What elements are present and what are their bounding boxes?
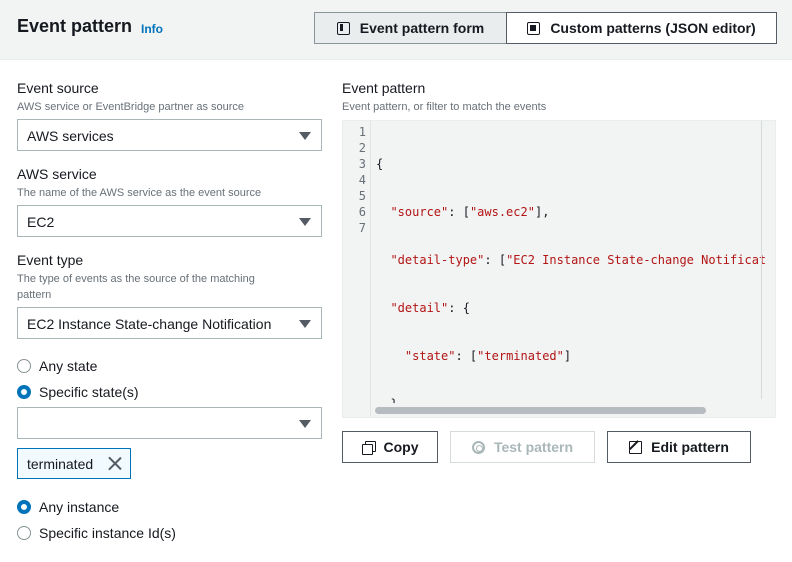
event-source-select[interactable]: AWS services [17,119,322,151]
code-line: { [376,157,384,171]
radio-any-state[interactable]: Any state [17,356,97,376]
caret-down-icon [299,218,311,226]
radio-button[interactable] [17,359,31,373]
code-line: "detail-type": ["EC2 Instance State-chan… [390,253,766,267]
tab-custom-patterns[interactable]: Custom patterns (JSON editor) [506,12,777,44]
editor-print-margin [761,121,762,399]
line-number: 5 [358,189,366,203]
line-number: 4 [358,173,366,187]
event-pattern-description: Event pattern, or filter to match the ev… [342,101,547,113]
edit-icon [629,440,643,454]
copy-button-label: Copy [383,439,419,455]
radio-specific-instance[interactable]: Specific instance Id(s) [17,523,176,543]
horizontal-scrollbar[interactable] [371,403,775,417]
test-pattern-button-label: Test pattern [493,439,574,455]
code-line: "state": ["terminated"] [404,349,572,363]
tab-event-pattern-form-label: Event pattern form [359,20,485,36]
radio-button-checked[interactable] [17,385,31,399]
state-select[interactable] [17,407,322,439]
code-text[interactable]: { "source": ["aws.ec2"], "detail-type": … [376,124,766,404]
json-editor-icon [527,21,541,35]
radio-button-checked[interactable] [17,500,31,514]
caret-down-icon [299,320,311,328]
line-number: 1 [358,125,366,139]
event-pattern-header: Event pattern Info Event pattern form Cu… [0,0,792,60]
state-token: terminated [17,448,131,479]
tab-custom-patterns-label: Custom patterns (JSON editor) [550,20,756,36]
horizontal-scrollbar-thumb[interactable] [375,407,706,414]
copy-button[interactable]: Copy [342,431,438,463]
event-pattern-label: Event pattern [342,80,426,96]
event-source-label: Event source [17,80,99,96]
code-line: "detail": { [390,301,470,315]
radio-specific-instance-label: Specific instance Id(s) [39,525,176,541]
aws-service-label: AWS service [17,166,97,182]
edit-pattern-button-label: Edit pattern [651,439,729,455]
event-type-value: EC2 Instance State-change Notification [27,316,272,332]
radio-specific-states-label: Specific state(s) [39,384,139,400]
info-link[interactable]: Info [141,22,163,36]
code-line: "source": ["aws.ec2"], [390,205,550,219]
radio-button[interactable] [17,526,31,540]
code-editor[interactable]: 1 2 3 4 5 6 7 { "source": ["aws.ec2"], "… [342,120,776,418]
radio-any-instance-label: Any instance [39,499,120,515]
line-number: 2 [358,141,366,155]
tab-event-pattern-form[interactable]: Event pattern form [314,12,506,44]
event-type-select[interactable]: EC2 Instance State-change Notification [17,307,322,339]
aws-service-description: The name of the AWS service as the event… [17,187,262,199]
remove-token-icon[interactable] [107,456,122,471]
caret-down-icon [299,132,311,140]
radio-any-instance[interactable]: Any instance [17,497,119,517]
line-number: 6 [358,205,366,219]
radio-specific-states[interactable]: Specific state(s) [17,382,139,402]
copy-icon [361,440,376,455]
radio-any-state-label: Any state [39,358,98,374]
settings-icon [471,440,485,454]
page-title: Event pattern [17,16,133,36]
event-source-description: AWS service or EventBridge partner as so… [17,101,245,113]
edit-pattern-button[interactable]: Edit pattern [607,431,751,463]
event-source-value: AWS services [27,128,114,144]
event-type-description-2: pattern [17,289,52,301]
line-number: 7 [358,221,366,235]
event-type-label: Event type [17,252,84,268]
event-type-description-1: The type of events as the source of the … [17,273,255,285]
aws-service-select[interactable]: EC2 [17,205,322,237]
line-number: 3 [358,157,366,171]
test-pattern-button[interactable]: Test pattern [450,431,595,463]
form-icon [336,21,350,35]
state-token-label: terminated [27,455,94,472]
aws-service-value: EC2 [27,214,55,230]
editor-gutter: 1 2 3 4 5 6 7 [343,121,371,417]
caret-down-icon [299,420,311,428]
line-numbers: 1 2 3 4 5 6 7 [359,124,366,236]
